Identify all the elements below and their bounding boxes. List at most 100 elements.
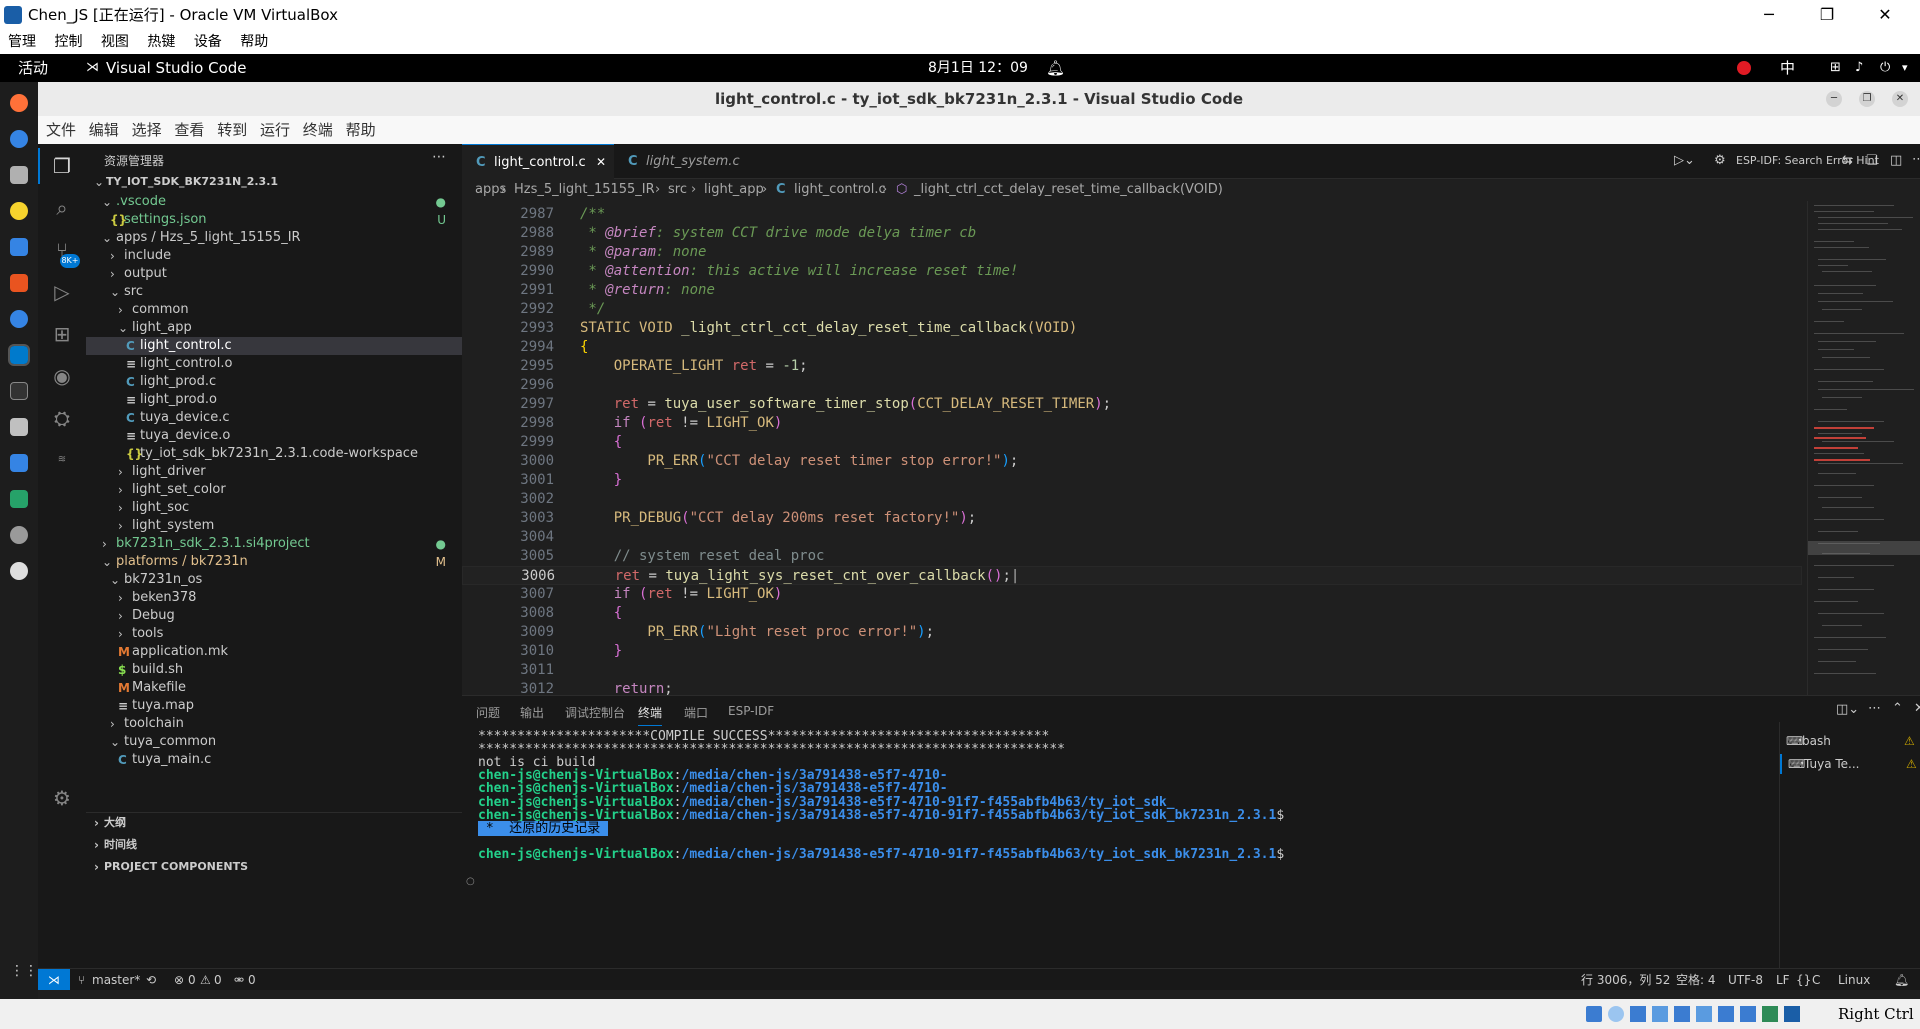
tab-esp-idf[interactable]: ESP-IDF (728, 704, 774, 718)
timeline-section[interactable]: › 时间线 (86, 834, 462, 856)
tree-item[interactable]: › beken378 (86, 589, 462, 607)
power-icon[interactable]: ⏻ (1880, 54, 1890, 82)
explorer-icon[interactable]: ❐ (50, 154, 74, 178)
code-line[interactable]: 2994 { (462, 338, 1802, 357)
menu-terminal[interactable]: 终端 (303, 116, 333, 144)
tree-item[interactable]: Clight_prod.c (86, 373, 462, 391)
tree-item[interactable]: {} ty_iot_sdk_bk7231n_2.3.1.code-workspac… (86, 445, 462, 463)
more-icon[interactable]: ⋯ (1912, 152, 1920, 167)
close-tab-icon[interactable]: ✕ (596, 145, 606, 180)
tree-item[interactable]: ≡ tuya.map (86, 697, 462, 715)
vscode-maximize-button[interactable]: ❐ (1859, 91, 1875, 107)
code-line[interactable]: 2997 ret = tuya_user_software_timer_stop… (462, 395, 1802, 414)
firefox-icon[interactable] (10, 94, 28, 112)
warning-count[interactable]: 0 (214, 969, 222, 991)
tree-item[interactable]: ⌄ apps / Hzs_5_light_15155_IR (86, 229, 462, 247)
tree-item[interactable]: › light_set_color (86, 481, 462, 499)
tab-light-system[interactable]: C light_system.c (614, 144, 748, 179)
tree-item[interactable]: ⌄ src (86, 283, 462, 301)
breadcrumb-item[interactable]: light_app (704, 179, 764, 201)
vbox-menu-item[interactable]: 帮助 (232, 30, 268, 54)
platform[interactable]: Linux (1838, 969, 1870, 991)
code-line[interactable]: 3007 if (ret != LIGHT_OK) (462, 585, 1802, 604)
language-mode[interactable]: C (1812, 969, 1820, 991)
tree-item[interactable]: M Makefile (86, 679, 462, 697)
vbox-menu-item[interactable]: 设备 (186, 30, 222, 54)
tab-output[interactable]: 输出 (520, 704, 544, 721)
esp-gear-icon[interactable]: ⚙ (1714, 153, 1726, 168)
code-line[interactable]: 3012 return; (462, 680, 1802, 695)
esp-idf-icon[interactable]: ◉ (50, 364, 74, 388)
vbox-menu-item[interactable]: 热键 (139, 30, 175, 54)
recording-icon[interactable] (1740, 1006, 1756, 1022)
tree-item[interactable]: ≡ light_prod.o (86, 391, 462, 409)
sync-icon[interactable]: ⟲ (146, 969, 156, 991)
tree-item[interactable]: Ctuya_main.c (86, 751, 462, 769)
code-line[interactable]: 3000 PR_ERR("CCT delay reset timer stop … (462, 452, 1802, 471)
tree-item[interactable]: ⌄ .vscode ● (86, 193, 462, 211)
code-line[interactable]: 2996 (462, 376, 1802, 395)
menu-view[interactable]: 查看 (174, 116, 204, 144)
code-line[interactable]: 3005 // system reset deal proc (462, 547, 1802, 566)
indentation[interactable]: 空格: 4 (1676, 969, 1716, 991)
copy-icon[interactable]: ❏ (1866, 153, 1878, 168)
tab-debug-console[interactable]: 调试控制台 (565, 704, 625, 721)
writer-icon[interactable] (10, 238, 28, 256)
network-icon[interactable]: ⊞ (1830, 54, 1841, 82)
esp-idf-hint[interactable]: ESP-IDF: Search Error Hint (1736, 154, 1879, 167)
tree-item[interactable]: ≡ light_control.o (86, 355, 462, 373)
terminal-instance-tuya[interactable]: ⌨ Tuya Te... ⚠ (1780, 754, 1920, 774)
extensions-icon[interactable]: ⊞ (50, 322, 74, 346)
code-editor[interactable]: 2987 /** 2988 * @brief: system CCT drive m… (462, 201, 1920, 695)
ports-count[interactable]: 0 (248, 969, 256, 991)
outline-section[interactable]: › 大纲 (86, 812, 462, 834)
encoding[interactable]: UTF-8 (1728, 969, 1763, 991)
end-of-line[interactable]: LF (1776, 969, 1790, 991)
tree-item[interactable]: › include (86, 247, 462, 265)
menu-edit[interactable]: 编辑 (89, 116, 119, 144)
network-adapter-icon[interactable] (1652, 1006, 1668, 1022)
storage-icon[interactable] (1586, 1006, 1602, 1022)
do-not-disturb-icon[interactable] (1737, 61, 1751, 75)
disc-icon[interactable] (10, 562, 28, 580)
help-icon[interactable] (10, 310, 28, 328)
code-line[interactable]: 2991 * @return: none (462, 281, 1802, 300)
app-center-icon[interactable] (10, 274, 28, 292)
search-icon[interactable]: ⌕ (50, 196, 74, 220)
breadcrumb-item[interactable]: light_control.c (794, 179, 886, 201)
host-key-label[interactable]: Right Ctrl (1838, 999, 1914, 1029)
vbox-menu-item[interactable]: 视图 (93, 30, 129, 54)
tree-item[interactable]: › toolchain (86, 715, 462, 733)
breadcrumb-item[interactable]: Hzs_5_light_15155_IR (514, 179, 655, 201)
code-line[interactable]: 3003 PR_DEBUG("CCT delay 200ms reset fac… (462, 509, 1802, 528)
code-line[interactable]: 2999 { (462, 433, 1802, 452)
tree-item[interactable]: Mapplication.mk (86, 643, 462, 661)
remote-indicator-icon[interactable]: ⋊ (38, 969, 70, 990)
terminal-output[interactable]: **********************COMPILE SUCCESS***… (462, 729, 1762, 949)
tree-item[interactable]: Clight_control.c (86, 337, 462, 355)
split-editor-icon[interactable]: ◫ (1890, 153, 1902, 168)
terminal-instance-bash[interactable]: ⌨ bash ⚠ (1786, 732, 1920, 750)
vscode-close-button[interactable]: ✕ (1892, 91, 1908, 107)
disk-icon[interactable] (10, 418, 28, 436)
mouse-integration-icon[interactable] (1784, 1006, 1800, 1022)
tree-item[interactable]: ≡ tuya_device.o (86, 427, 462, 445)
close-button[interactable]: ✕ (1856, 0, 1914, 30)
workspace-header[interactable]: ⌄ TY_IOT_SDK_BK7231N_2.3.1 (86, 171, 462, 193)
system-monitor-icon[interactable] (10, 490, 28, 508)
menu-run[interactable]: 运行 (260, 116, 290, 144)
code-line[interactable]: 2998 if (ret != LIGHT_OK) (462, 414, 1802, 433)
minimize-button[interactable]: ─ (1740, 0, 1798, 30)
vscode-minimize-button[interactable]: ─ (1826, 91, 1842, 107)
code-line[interactable]: 2990 * @attention: this active will incr… (462, 262, 1802, 281)
code-line[interactable]: 3001 } (462, 471, 1802, 490)
tree-item[interactable]: ⌄ light_app (86, 319, 462, 337)
show-apps-icon[interactable]: ⋮⋮ (10, 962, 38, 980)
tree-item[interactable]: › common (86, 301, 462, 319)
compare-icon[interactable]: ⇆ (1842, 153, 1853, 168)
panel-more-icon[interactable]: ⋯ (1868, 701, 1881, 716)
vbox-menu-item[interactable]: 管理 (0, 30, 36, 54)
tab-terminal[interactable]: 终端 (638, 704, 663, 726)
code-line[interactable]: 2989 * @param: none (462, 243, 1802, 262)
menu-selection[interactable]: 选择 (132, 116, 162, 144)
